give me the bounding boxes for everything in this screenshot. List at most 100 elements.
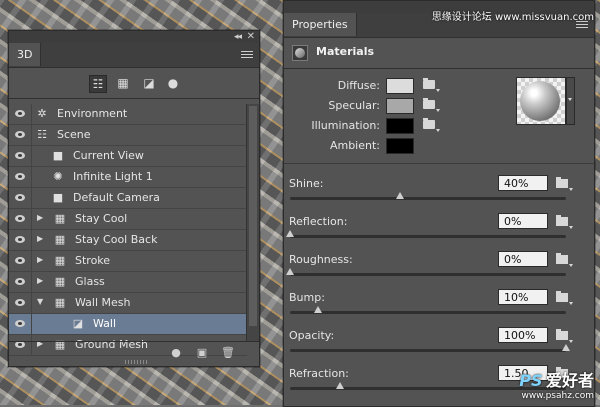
dropdown-arrow-icon[interactable] bbox=[436, 129, 440, 132]
layer-row[interactable]: ☷ Scene bbox=[9, 125, 247, 146]
dropdown-arrow-icon[interactable] bbox=[436, 89, 440, 92]
folder-icon[interactable] bbox=[556, 253, 568, 264]
slider-knob[interactable] bbox=[286, 268, 294, 275]
visibility-toggle[interactable] bbox=[9, 230, 32, 250]
layer-row[interactable]: ◪ Wall bbox=[9, 314, 247, 335]
meshes-filter-icon[interactable]: ▦ bbox=[115, 75, 131, 91]
swatch-row: Diffuse: bbox=[284, 77, 444, 95]
slider-value-input[interactable]: 0% bbox=[498, 251, 548, 267]
slider-knob[interactable] bbox=[335, 382, 344, 389]
slider-track[interactable] bbox=[290, 197, 566, 200]
resize-grip[interactable] bbox=[125, 360, 149, 364]
visibility-toggle[interactable] bbox=[9, 125, 32, 145]
panel-menu-icon[interactable] bbox=[241, 49, 253, 59]
add-light-icon[interactable]: ● bbox=[169, 346, 183, 360]
layer-row[interactable]: ■ Default Camera bbox=[9, 188, 247, 209]
layer-row[interactable]: ✺ Infinite Light 1 bbox=[9, 167, 247, 188]
folder-icon[interactable] bbox=[556, 215, 568, 226]
layer-row[interactable]: ▶ ▦ Stay Cool bbox=[9, 209, 247, 230]
dropdown-arrow-icon[interactable] bbox=[569, 302, 573, 305]
slider-track[interactable] bbox=[290, 235, 566, 238]
layer-label: Current View bbox=[73, 149, 144, 162]
folder-icon[interactable] bbox=[423, 118, 435, 129]
dropdown-arrow-icon[interactable] bbox=[569, 340, 573, 343]
tab-properties[interactable]: Properties bbox=[284, 13, 357, 36]
tab-3d[interactable]: 3D bbox=[9, 43, 42, 66]
eye-icon bbox=[15, 173, 25, 180]
color-swatch[interactable] bbox=[386, 138, 414, 154]
swatch-label: Illumination: bbox=[311, 119, 380, 132]
slider-label: Bump: bbox=[289, 291, 325, 304]
expand-arrow-icon[interactable]: ▶ bbox=[37, 213, 45, 222]
folder-icon[interactable] bbox=[556, 291, 568, 302]
delete-icon[interactable]: 🗑 bbox=[221, 346, 235, 360]
dropdown-arrow-icon[interactable] bbox=[569, 188, 573, 191]
eye-icon bbox=[15, 215, 25, 222]
light-icon: ✺ bbox=[53, 170, 63, 183]
visibility-toggle[interactable] bbox=[9, 251, 32, 271]
slider-value-input[interactable]: 40% bbox=[498, 175, 548, 191]
visibility-toggle[interactable] bbox=[9, 314, 32, 334]
scene-icon: ☷ bbox=[37, 128, 47, 141]
3d-panel: ◂◂ ✕ 3D ☷ ▦ ◪ ● ✲ Environment ☷ Scene ■ Curre… bbox=[8, 30, 260, 367]
expand-arrow-icon[interactable]: ▶ bbox=[37, 276, 45, 285]
slider-knob[interactable] bbox=[396, 192, 405, 199]
folder-icon[interactable] bbox=[556, 329, 568, 340]
layer-row[interactable]: ▼ ▦ Wall Mesh bbox=[9, 293, 247, 314]
folder-icon[interactable] bbox=[423, 78, 435, 89]
layer-row[interactable]: ✲ Environment bbox=[9, 104, 247, 125]
layer-row[interactable]: ▶ ▦ Stay Cool Back bbox=[9, 230, 247, 251]
3d-list-scrollbar[interactable] bbox=[246, 104, 259, 342]
folder-icon[interactable] bbox=[556, 177, 568, 188]
slider-value-input[interactable]: 100% bbox=[498, 327, 548, 343]
collapse-icon[interactable]: ◂◂ bbox=[234, 32, 242, 42]
slider-track[interactable] bbox=[290, 311, 566, 314]
close-icon[interactable]: ✕ bbox=[247, 31, 255, 42]
expand-arrow-icon[interactable]: ▼ bbox=[37, 297, 45, 306]
logo-text: 爱好者 bbox=[545, 371, 594, 390]
visibility-toggle[interactable] bbox=[9, 272, 32, 292]
slider-knob[interactable] bbox=[562, 344, 570, 351]
dropdown-arrow-icon[interactable] bbox=[569, 226, 573, 229]
layer-row[interactable]: ▶ ▦ Glass bbox=[9, 272, 247, 293]
expand-arrow-icon[interactable]: ▶ bbox=[37, 255, 45, 264]
slider-value-input[interactable]: 10% bbox=[498, 289, 548, 305]
visibility-toggle[interactable] bbox=[9, 104, 32, 124]
layer-row[interactable]: ■ Current View bbox=[9, 146, 247, 167]
material-preview[interactable] bbox=[516, 77, 566, 125]
slider-knob[interactable] bbox=[286, 230, 294, 237]
scrollbar-thumb[interactable] bbox=[249, 106, 257, 326]
color-swatch[interactable] bbox=[386, 98, 414, 114]
dropdown-arrow-icon[interactable] bbox=[569, 264, 573, 267]
color-swatch[interactable] bbox=[386, 78, 414, 94]
whole-scene-filter-icon[interactable]: ☷ bbox=[89, 75, 107, 93]
eye-icon bbox=[15, 320, 25, 327]
materials-filter-icon[interactable]: ◪ bbox=[141, 75, 157, 91]
lights-filter-icon[interactable]: ● bbox=[165, 75, 181, 91]
expand-arrow-icon[interactable]: ▶ bbox=[37, 234, 45, 243]
visibility-toggle[interactable] bbox=[9, 293, 32, 313]
folder-icon[interactable] bbox=[423, 98, 435, 109]
visibility-toggle[interactable] bbox=[9, 167, 32, 187]
visibility-toggle[interactable] bbox=[9, 209, 32, 229]
visibility-toggle[interactable] bbox=[9, 188, 32, 208]
dropdown-arrow-icon[interactable] bbox=[436, 109, 440, 112]
swatch-label: Ambient: bbox=[329, 139, 380, 152]
3d-layer-list: ✲ Environment ☷ Scene ■ Current View ✺ Infinite… bbox=[9, 104, 247, 356]
3d-filter-toolbar: ☷ ▦ ◪ ● bbox=[9, 68, 259, 99]
render-icon[interactable]: ▣ bbox=[195, 346, 209, 360]
material-picker-dropdown[interactable] bbox=[566, 77, 575, 125]
slider-knob[interactable] bbox=[313, 306, 322, 313]
property-slider: Shine: 40% bbox=[284, 175, 594, 213]
slider-value-input[interactable]: 0% bbox=[498, 213, 548, 229]
slider-track[interactable] bbox=[290, 349, 566, 352]
layer-label: Stay Cool Back bbox=[75, 233, 158, 246]
slider-label: Shine: bbox=[289, 177, 324, 190]
eye-icon bbox=[15, 278, 25, 285]
camera-icon: ■ bbox=[52, 191, 64, 204]
panel-topbar[interactable]: ◂◂ ✕ bbox=[9, 31, 259, 43]
layer-row[interactable]: ▶ ▦ Stroke bbox=[9, 251, 247, 272]
color-swatch[interactable] bbox=[386, 118, 414, 134]
slider-track[interactable] bbox=[290, 273, 566, 276]
visibility-toggle[interactable] bbox=[9, 146, 32, 166]
